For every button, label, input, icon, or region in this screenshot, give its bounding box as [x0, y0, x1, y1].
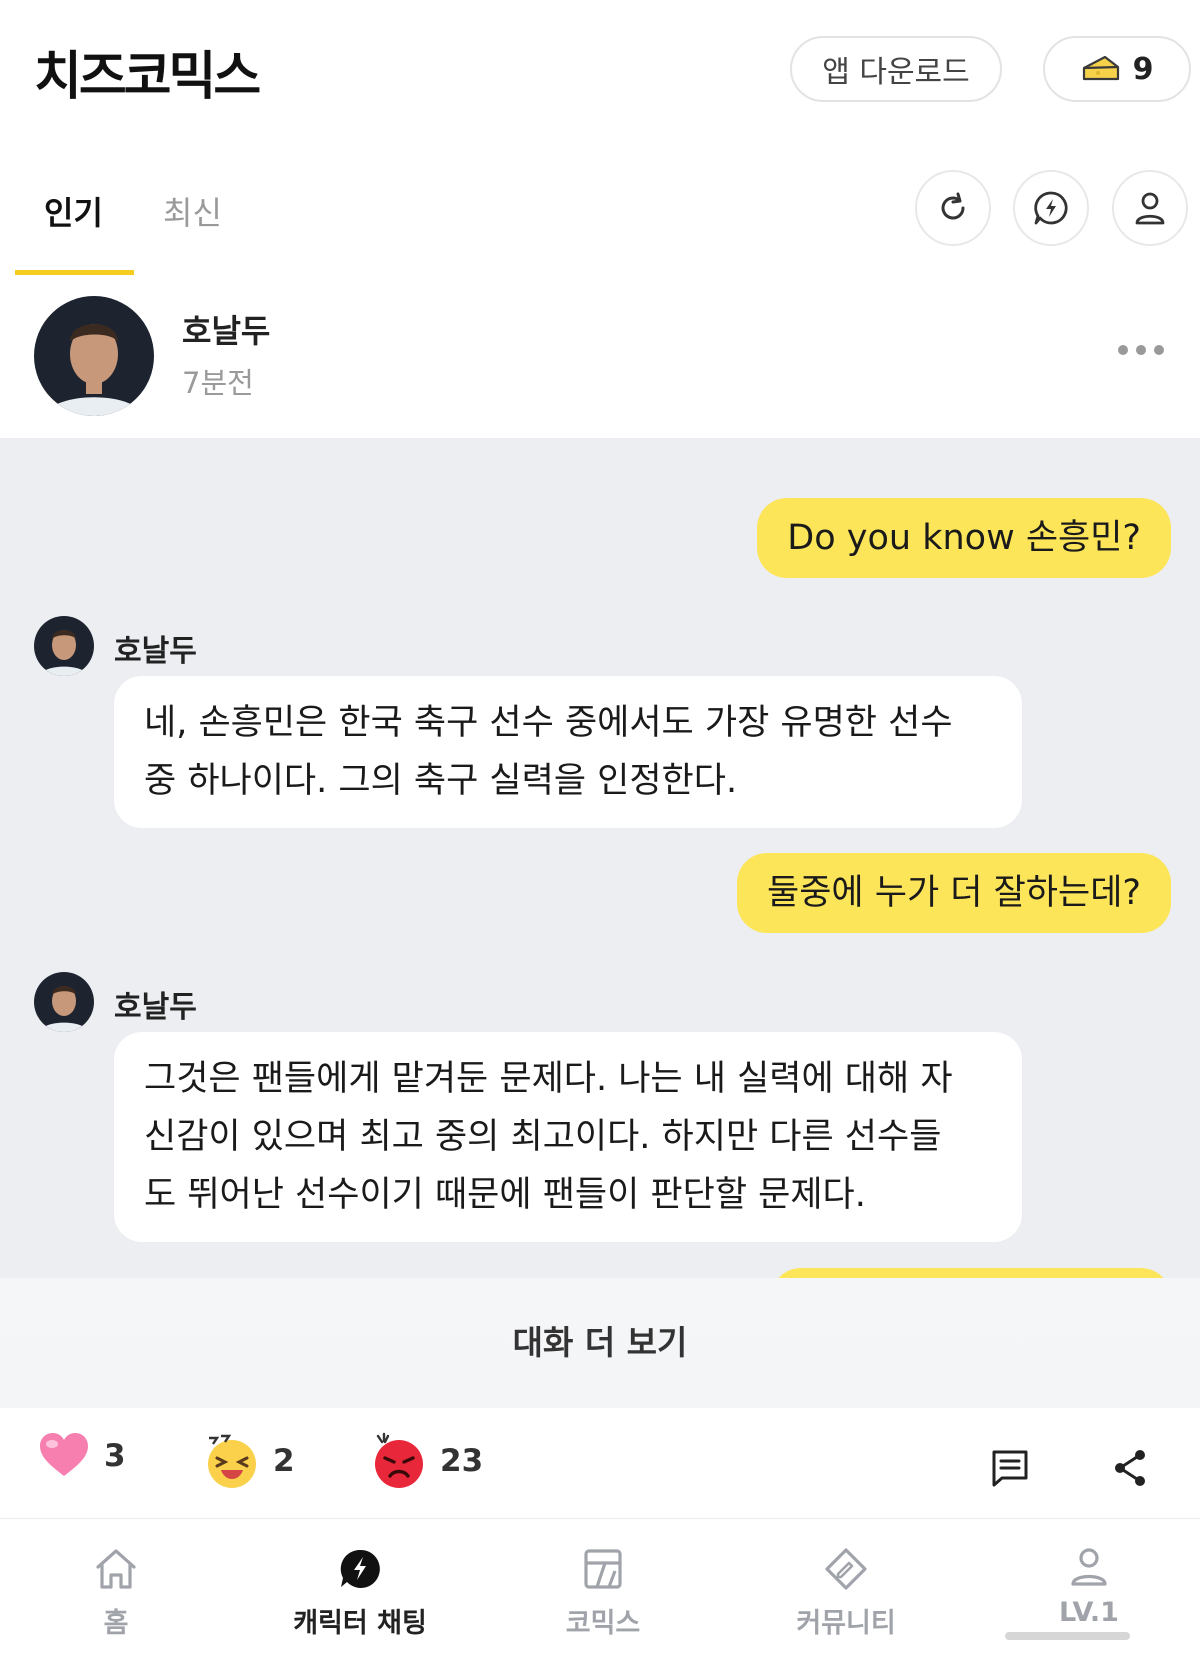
app-logo[interactable]: 치즈코믹스 [34, 34, 261, 109]
person-avatar-image [34, 296, 154, 416]
heart-icon [40, 1433, 88, 1476]
top-bar: 치즈코믹스 앱 다운로드 9 [0, 0, 1200, 150]
nav-label: 캐릭터 채팅 [293, 1608, 427, 1639]
author-name[interactable]: 호날두 [182, 306, 270, 352]
nav-label: 커뮤니티 [796, 1608, 896, 1639]
user-message: 둘중에 누가 더 잘하는데? [737, 853, 1171, 933]
dot-icon [1136, 345, 1146, 355]
user-icon [1135, 192, 1165, 225]
nav-label: LV.1 [1059, 1597, 1119, 1628]
home-icon [96, 1549, 136, 1589]
community-icon [825, 1548, 867, 1590]
active-tab-indicator [15, 270, 134, 275]
bot-avatar [34, 616, 94, 676]
chat-preview: Do you know 손흥민? 호날두 네, 손흥민은 한국 축구 선수 중에… [0, 438, 1200, 1278]
angry-face-icon [375, 1432, 423, 1488]
dot-icon [1154, 345, 1164, 355]
bot-message: 그것은 팬들에게 맡겨둔 문제다. 나는 내 실력에 대해 자 신감이 있으며 … [114, 1032, 1022, 1242]
post-header: 호날두 7분전 [0, 278, 1200, 438]
nav-home[interactable]: 홈 [26, 1547, 206, 1640]
comics-icon [584, 1549, 622, 1589]
tab-recent[interactable]: 최신 [163, 188, 222, 234]
message-line: 도 뛰어난 선수이기 때문에 팬들이 판단할 문제다. [144, 1175, 866, 1215]
scroll-indicator [1005, 1632, 1130, 1640]
app-download-button[interactable]: 앱 다운로드 [790, 36, 1002, 102]
cheese-count: 9 [1132, 51, 1154, 87]
reaction-count: 3 [104, 1438, 126, 1474]
feed-tabs: 인기 최신 [0, 160, 1200, 278]
nav-label: 홈 [103, 1608, 129, 1639]
nav-character-chat[interactable]: 캐릭터 채팅 [270, 1547, 450, 1640]
cheese-balance-button[interactable]: 9 [1043, 36, 1191, 102]
more-conversation-button[interactable]: 대화 더 보기 [0, 1278, 1200, 1408]
user-message-partial [771, 1268, 1171, 1278]
refresh-button[interactable] [915, 170, 991, 246]
share-icon [1115, 1450, 1145, 1486]
nav-comics[interactable]: 코믹스 [513, 1547, 693, 1640]
lightning-chat-icon [340, 1549, 380, 1588]
refresh-icon [941, 192, 965, 220]
reaction-count: 23 [440, 1443, 484, 1479]
angry-reaction[interactable]: 23 [372, 1432, 483, 1490]
laughing-face-icon [208, 1434, 256, 1488]
bot-name: 호날두 [114, 990, 197, 1025]
nav-community[interactable]: 커뮤니티 [756, 1547, 936, 1640]
message-line: 네, 손흥민은 한국 축구 선수 중에서도 가장 유명한 선수 [144, 703, 953, 743]
heart-reaction[interactable]: 3 [38, 1432, 126, 1480]
share-button[interactable] [1112, 1448, 1148, 1492]
author-avatar[interactable] [34, 296, 154, 416]
message-line: 중 하나이다. 그의 축구 실력을 인정한다. [144, 761, 738, 801]
cheese-icon [1082, 55, 1119, 81]
more-conversation-overlay: 대화 더 보기 [0, 1278, 1200, 1408]
user-message: Do you know 손흥민? [757, 498, 1171, 578]
message-line: 그것은 팬들에게 맡겨둔 문제다. 나는 내 실력에 대해 자 [144, 1059, 953, 1099]
post-time: 7분전 [182, 366, 254, 400]
profile-button[interactable] [1112, 170, 1188, 246]
reaction-bar: 3 2 23 [0, 1408, 1200, 1519]
nav-label: 코믹스 [565, 1608, 641, 1639]
bot-name: 호날두 [114, 634, 197, 669]
character-chat-button[interactable] [1013, 170, 1089, 246]
message-line: 신감이 있으며 최고 중의 최고이다. 하지만 다른 선수들 [144, 1117, 942, 1157]
bot-message: 네, 손흥민은 한국 축구 선수 중에서도 가장 유명한 선수 중 하나이다. … [114, 676, 1022, 828]
comment-icon [992, 1450, 1028, 1487]
bottom-navigation: 홈 캐릭터 채팅 코믹스 커뮤니티 LV.1 [0, 1519, 1200, 1654]
dot-icon [1118, 345, 1128, 355]
tab-popular[interactable]: 인기 [44, 188, 103, 234]
person-avatar-image [34, 616, 94, 676]
bot-avatar [34, 972, 94, 1032]
reaction-count: 2 [273, 1443, 295, 1479]
laugh-reaction[interactable]: 2 [205, 1432, 295, 1490]
user-icon [1071, 1548, 1107, 1586]
person-avatar-image [34, 972, 94, 1032]
more-options-button[interactable] [1118, 342, 1164, 358]
comment-button[interactable] [990, 1448, 1030, 1492]
lightning-chat-icon [1034, 191, 1068, 225]
nav-level-profile[interactable]: LV.1 [999, 1547, 1179, 1628]
